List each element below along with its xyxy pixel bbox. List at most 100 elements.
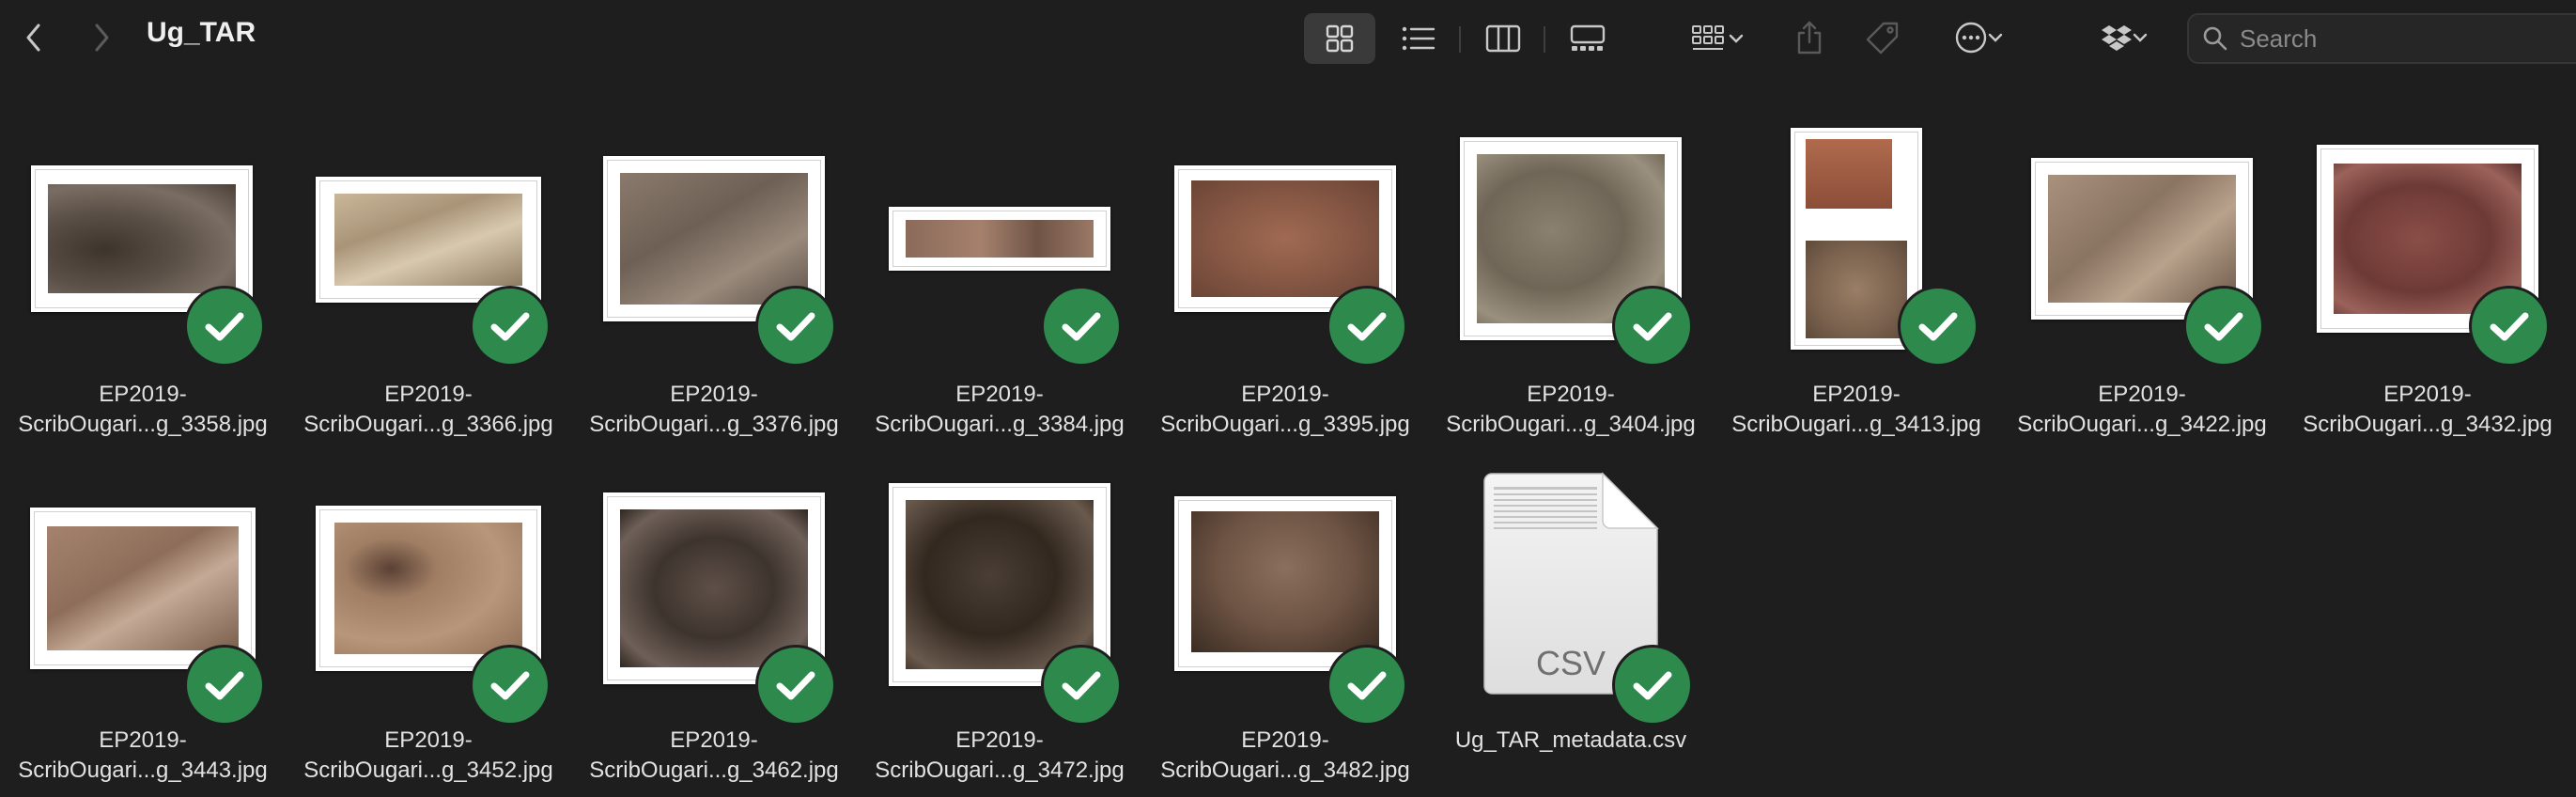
sync-status-badge bbox=[470, 645, 551, 726]
sync-status-badge bbox=[755, 645, 836, 726]
search-field[interactable] bbox=[2187, 13, 2576, 64]
file-name-line2: ScribOugari...g_3472.jpg bbox=[875, 758, 1125, 783]
gallery-view-icon bbox=[1570, 24, 1606, 51]
list-view-button[interactable] bbox=[1383, 13, 1454, 64]
checkmark-icon bbox=[1347, 671, 1387, 700]
checkmark-icon bbox=[2204, 312, 2243, 341]
toolbar: Ug_TAR bbox=[0, 0, 2576, 77]
checkmark-icon bbox=[2490, 312, 2529, 341]
checkmark-icon bbox=[1347, 312, 1387, 341]
dropbox-button[interactable] bbox=[2091, 15, 2157, 60]
file-item[interactable]: EP2019- ScribOugari...g_3472.jpg bbox=[857, 423, 1142, 783]
file-item[interactable]: EP2019- ScribOugari...g_3443.jpg bbox=[0, 423, 286, 783]
file-name-line1: EP2019- bbox=[1812, 382, 1901, 407]
file-name-line1: EP2019- bbox=[384, 382, 473, 407]
sync-status-badge bbox=[184, 286, 265, 367]
file-name-line2: ScribOugari...g_3452.jpg bbox=[303, 758, 553, 783]
file-grid: EP2019- ScribOugari...g_3358.jpg EP2019-… bbox=[0, 77, 2576, 797]
document-type-label: CSV bbox=[1536, 644, 1606, 682]
dropbox-icon bbox=[2102, 25, 2132, 51]
column-view-icon bbox=[1485, 24, 1521, 53]
file-item[interactable]: CSV Ug_TAR_metadata.csv bbox=[1428, 423, 1714, 771]
chevron-down-icon bbox=[2133, 33, 2148, 42]
sync-status-badge bbox=[1898, 286, 1979, 367]
sync-status-badge bbox=[755, 286, 836, 367]
file-item[interactable]: EP2019- ScribOugari...g_3376.jpg bbox=[571, 77, 857, 437]
sync-status-badge bbox=[1327, 286, 1407, 367]
file-name-line2: ScribOugari...g_3443.jpg bbox=[18, 758, 268, 783]
checkmark-icon bbox=[490, 312, 530, 341]
file-item[interactable]: EP2019- ScribOugari...g_3422.jpg bbox=[1999, 77, 2285, 437]
file-name-line1: EP2019- bbox=[670, 727, 758, 753]
file-item[interactable]: EP2019- ScribOugari...g_3404.jpg bbox=[1428, 77, 1714, 437]
file-name-line1: EP2019- bbox=[955, 727, 1044, 753]
file-name-line1: EP2019- bbox=[99, 727, 187, 753]
group-icon bbox=[1692, 25, 1724, 50]
file-name-line2: ScribOugari...g_3482.jpg bbox=[1160, 758, 1410, 783]
file-name-line1: EP2019- bbox=[384, 727, 473, 753]
file-thumbnail bbox=[889, 207, 1110, 271]
forward-button[interactable] bbox=[85, 19, 118, 56]
sync-status-badge bbox=[1327, 645, 1407, 726]
more-actions-icon bbox=[1955, 22, 1987, 54]
file-name-line1: EP2019- bbox=[1527, 382, 1615, 407]
file-name-line1: EP2019- bbox=[2098, 382, 2186, 407]
chevron-left-icon bbox=[26, 23, 40, 52]
checkmark-icon bbox=[490, 671, 530, 700]
back-button[interactable] bbox=[17, 19, 51, 56]
search-input[interactable] bbox=[2238, 23, 2576, 55]
file-item[interactable]: EP2019- ScribOugari...g_3366.jpg bbox=[286, 77, 571, 437]
checkmark-icon bbox=[1633, 671, 1672, 700]
file-item[interactable]: EP2019- ScribOugari...g_3452.jpg bbox=[286, 423, 571, 783]
file-name-line1: EP2019- bbox=[1241, 727, 1329, 753]
checkmark-icon bbox=[205, 312, 244, 341]
file-item[interactable]: EP2019- ScribOugari...g_3413.jpg bbox=[1714, 77, 1999, 437]
file-item[interactable]: EP2019- ScribOugari...g_3482.jpg bbox=[1142, 423, 1428, 783]
chevron-down-icon bbox=[1988, 33, 2003, 42]
icon-view-icon bbox=[1326, 24, 1354, 53]
file-name-line2: ScribOugari...g_3432.jpg bbox=[2303, 412, 2553, 437]
checkmark-icon bbox=[205, 671, 244, 700]
checkmark-icon bbox=[776, 671, 815, 700]
checkmark-icon bbox=[1918, 312, 1958, 341]
file-item[interactable]: EP2019- ScribOugari...g_3432.jpg bbox=[2285, 77, 2570, 437]
sync-status-badge bbox=[1612, 286, 1693, 367]
file-item[interactable]: EP2019- ScribOugari...g_3384.jpg bbox=[857, 77, 1142, 437]
file-name-line1: EP2019- bbox=[1241, 382, 1329, 407]
sync-status-badge bbox=[2183, 286, 2264, 367]
sync-status-badge bbox=[2469, 286, 2550, 367]
file-thumbnail bbox=[316, 177, 541, 303]
sync-status-badge bbox=[184, 645, 265, 726]
file-item[interactable]: EP2019- ScribOugari...g_3462.jpg bbox=[571, 423, 857, 783]
file-name-line2: ScribOugari...g_3422.jpg bbox=[2017, 412, 2267, 437]
file-name-line1: EP2019- bbox=[955, 382, 1044, 407]
file-name-line1: EP2019- bbox=[99, 382, 187, 407]
gallery-view-button[interactable] bbox=[1552, 13, 1623, 64]
file-item[interactable]: EP2019- ScribOugari...g_3395.jpg bbox=[1142, 77, 1428, 437]
list-view-icon bbox=[1402, 26, 1435, 51]
chevron-down-icon bbox=[1729, 34, 1744, 43]
chevron-right-icon bbox=[95, 23, 109, 52]
tag-icon bbox=[1866, 22, 1899, 55]
file-name-line1: EP2019- bbox=[670, 382, 758, 407]
group-button[interactable] bbox=[1684, 17, 1751, 60]
window-title: Ug_TAR bbox=[147, 17, 256, 48]
tag-button[interactable] bbox=[1860, 15, 1905, 60]
icon-view-button[interactable] bbox=[1304, 13, 1375, 64]
search-icon bbox=[2203, 26, 2227, 51]
file-item[interactable]: EP2019- ScribOugari...g_3358.jpg bbox=[0, 77, 286, 437]
checkmark-icon bbox=[1062, 671, 1101, 700]
file-name-line1: EP2019- bbox=[2383, 382, 2472, 407]
sync-status-badge bbox=[1041, 286, 1122, 367]
column-view-button[interactable] bbox=[1467, 13, 1539, 64]
share-icon bbox=[1797, 21, 1822, 55]
file-name-line2: ScribOugari...g_3462.jpg bbox=[589, 758, 839, 783]
share-button[interactable] bbox=[1791, 15, 1828, 60]
sync-status-badge bbox=[1612, 645, 1693, 726]
checkmark-icon bbox=[1062, 312, 1101, 341]
sync-status-badge bbox=[1041, 645, 1122, 726]
more-actions-button[interactable] bbox=[1943, 15, 2014, 60]
sync-status-badge bbox=[470, 286, 551, 367]
file-name-line2: ScribOugari...g_3413.jpg bbox=[1731, 412, 1981, 437]
file-name-line1: Ug_TAR_metadata.csv bbox=[1454, 727, 1687, 753]
